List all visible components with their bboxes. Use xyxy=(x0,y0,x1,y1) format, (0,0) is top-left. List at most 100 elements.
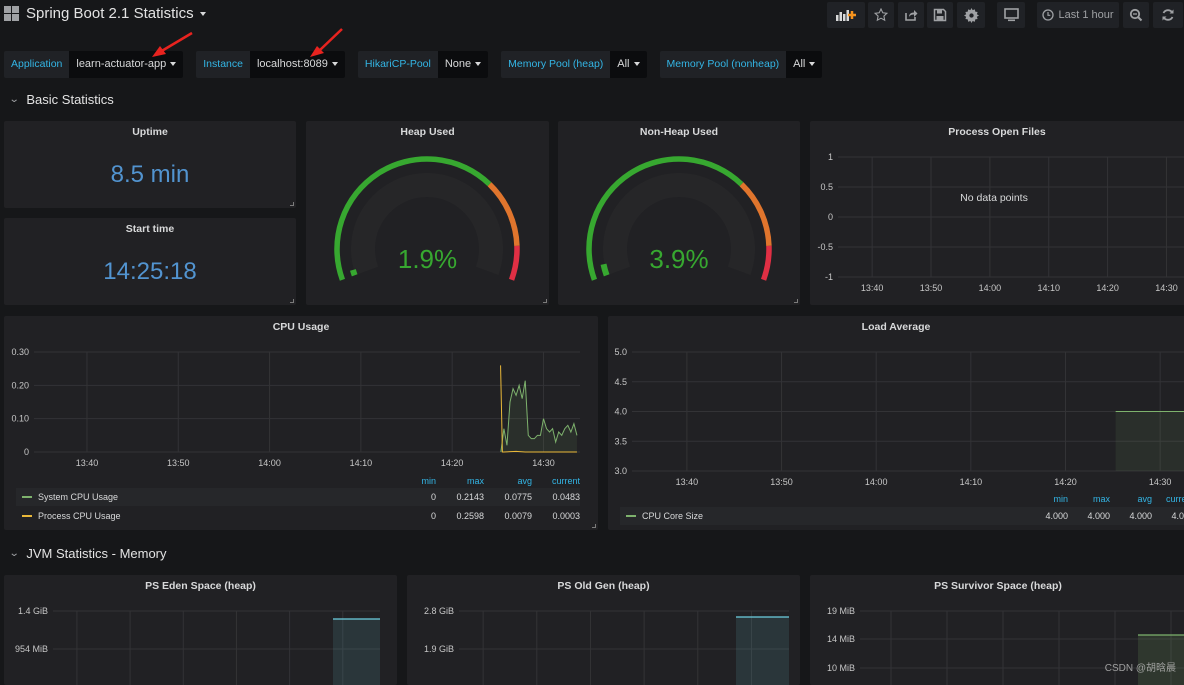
legend-header: min max avg current xyxy=(1026,494,1184,506)
legend-header-min[interactable]: min xyxy=(388,476,436,488)
refresh-icon xyxy=(1161,8,1175,22)
clock-icon xyxy=(1042,9,1054,21)
variable-memory-pool-nonheap-select[interactable]: All xyxy=(786,51,822,78)
variable-memory-pool-heap: Memory Pool (heap) All xyxy=(501,51,646,78)
heap-used-value: 1.9% xyxy=(306,244,549,275)
row-basic-statistics[interactable]: ⌄ Basic Statistics xyxy=(10,92,114,107)
legend-header-avg[interactable]: avg xyxy=(1110,494,1152,506)
star-button[interactable] xyxy=(868,2,894,28)
legend-header-avg[interactable]: avg xyxy=(484,476,532,488)
save-button[interactable] xyxy=(927,2,953,28)
legend-header-max[interactable]: max xyxy=(436,476,484,488)
x-tick-label: 14:20 xyxy=(441,458,464,468)
dashboard-picker[interactable]: Spring Boot 2.1 Statistics xyxy=(4,5,206,22)
y-tick-label: 0.30 xyxy=(11,347,29,357)
legend-header-current[interactable]: current xyxy=(1152,494,1184,506)
share-button[interactable] xyxy=(898,2,924,28)
resize-handle[interactable] xyxy=(290,299,294,303)
legend-header-current[interactable]: current xyxy=(532,476,580,488)
variable-label: Application xyxy=(4,51,69,78)
annotation-arrow xyxy=(148,30,196,60)
annotation-arrow xyxy=(306,26,346,60)
start-time-value: 14:25:18 xyxy=(4,258,296,286)
chevron-down-icon xyxy=(170,62,176,66)
x-tick-label: 13:50 xyxy=(167,458,190,468)
legend-max: 0.2598 xyxy=(436,511,484,521)
chevron-down-icon xyxy=(200,12,206,16)
legend-max: 0.2143 xyxy=(436,492,484,502)
legend-current: 4.000 xyxy=(1152,511,1184,521)
series-color-swatch[interactable] xyxy=(626,515,636,517)
row-title: Basic Statistics xyxy=(26,92,113,107)
variable-value: All xyxy=(793,58,805,70)
zoom-out-button[interactable] xyxy=(1123,2,1149,28)
x-tick-label: 14:20 xyxy=(1054,477,1077,487)
chevron-down-icon xyxy=(634,62,640,66)
legend-header-min[interactable]: min xyxy=(1026,494,1068,506)
legend-series-name[interactable]: CPU Core Size xyxy=(642,511,1026,521)
template-variables-bar: Application learn-actuator-app Instance … xyxy=(4,51,827,79)
series-area xyxy=(736,617,789,685)
panel-load-average: Load Average 5.04.54.03.53.013:4013:5014… xyxy=(608,316,1184,530)
y-tick-label: 1.9 GiB xyxy=(424,644,454,654)
x-tick-label: 13:40 xyxy=(861,283,884,293)
add-panel-button[interactable] xyxy=(827,2,865,28)
settings-button[interactable] xyxy=(957,2,985,28)
series-area-cpu-core-size xyxy=(1116,412,1184,472)
x-tick-label: 14:10 xyxy=(350,458,373,468)
legend-avg: 4.000 xyxy=(1110,511,1152,521)
legend-header-max[interactable]: max xyxy=(1068,494,1110,506)
x-tick-label: 14:00 xyxy=(979,283,1002,293)
legend-series-name[interactable]: Process CPU Usage xyxy=(38,511,388,521)
x-tick-label: 14:00 xyxy=(258,458,281,468)
y-tick-label: 4.5 xyxy=(614,377,627,387)
x-tick-label: 14:20 xyxy=(1096,283,1119,293)
y-tick-label: -0.5 xyxy=(817,242,833,252)
resize-handle[interactable] xyxy=(543,299,547,303)
resize-handle[interactable] xyxy=(794,299,798,303)
legend-item: System CPU Usage 0 0.2143 0.0775 0.0483 xyxy=(16,488,580,506)
legend-header: min max avg current xyxy=(388,476,580,488)
chevron-down-icon xyxy=(809,62,815,66)
cycle-view-mode-button[interactable] xyxy=(997,2,1025,28)
save-icon xyxy=(933,8,947,22)
x-tick-label: 14:10 xyxy=(960,477,983,487)
refresh-button[interactable] xyxy=(1153,2,1183,28)
variable-memory-pool-nonheap: Memory Pool (nonheap) All xyxy=(660,51,823,78)
panel-nonheap-used: Non-Heap Used 3.9% xyxy=(558,121,800,305)
legend-avg: 0.0079 xyxy=(484,511,532,521)
row-jvm-statistics-memory[interactable]: ⌄ JVM Statistics - Memory xyxy=(10,546,167,561)
y-tick-label: 1 xyxy=(828,152,833,162)
legend-min: 0 xyxy=(388,511,436,521)
panel-title[interactable]: Uptime xyxy=(4,126,296,138)
heap-gauge xyxy=(306,121,549,305)
variable-label: Memory Pool (nonheap) xyxy=(660,51,787,78)
series-color-swatch[interactable] xyxy=(22,515,32,517)
nonheap-gauge xyxy=(558,121,800,305)
y-tick-label: 0 xyxy=(828,212,833,222)
variable-memory-pool-heap-select[interactable]: All xyxy=(610,51,646,78)
load-average-chart: 5.04.54.03.53.013:4013:5014:0014:1014:20… xyxy=(608,316,1184,496)
series-area xyxy=(333,619,380,685)
watermark: CSDN @胡晗晨 xyxy=(1105,659,1176,674)
panel-ps-old-gen: PS Old Gen (heap) 2.8 GiB1.9 GiB xyxy=(407,575,800,685)
variable-label: Memory Pool (heap) xyxy=(501,51,610,78)
resize-handle[interactable] xyxy=(592,524,596,528)
y-tick-label: 0.20 xyxy=(11,380,29,390)
y-tick-label: 10 MiB xyxy=(827,663,855,673)
panel-process-open-files: Process Open Files 10.50-0.5-113:4013:50… xyxy=(810,121,1184,305)
panel-title[interactable]: Start time xyxy=(4,223,296,235)
gear-icon xyxy=(964,8,979,23)
time-picker-button[interactable]: Last 1 hour xyxy=(1037,2,1119,28)
tv-monitor-icon xyxy=(1004,8,1019,22)
variable-hikaricp-pool-select[interactable]: None xyxy=(438,51,488,78)
series-color-swatch[interactable] xyxy=(22,496,32,498)
row-title: JVM Statistics - Memory xyxy=(26,546,166,561)
legend-item: Process CPU Usage 0 0.2598 0.0079 0.0003 xyxy=(16,507,580,525)
resize-handle[interactable] xyxy=(290,202,294,206)
chevron-down-icon xyxy=(332,62,338,66)
x-tick-label: 13:40 xyxy=(676,477,699,487)
variable-label: HikariCP-Pool xyxy=(358,51,438,78)
panel-cpu-usage: CPU Usage 0.300.200.10013:4013:5014:0014… xyxy=(4,316,598,530)
legend-series-name[interactable]: System CPU Usage xyxy=(38,492,388,502)
